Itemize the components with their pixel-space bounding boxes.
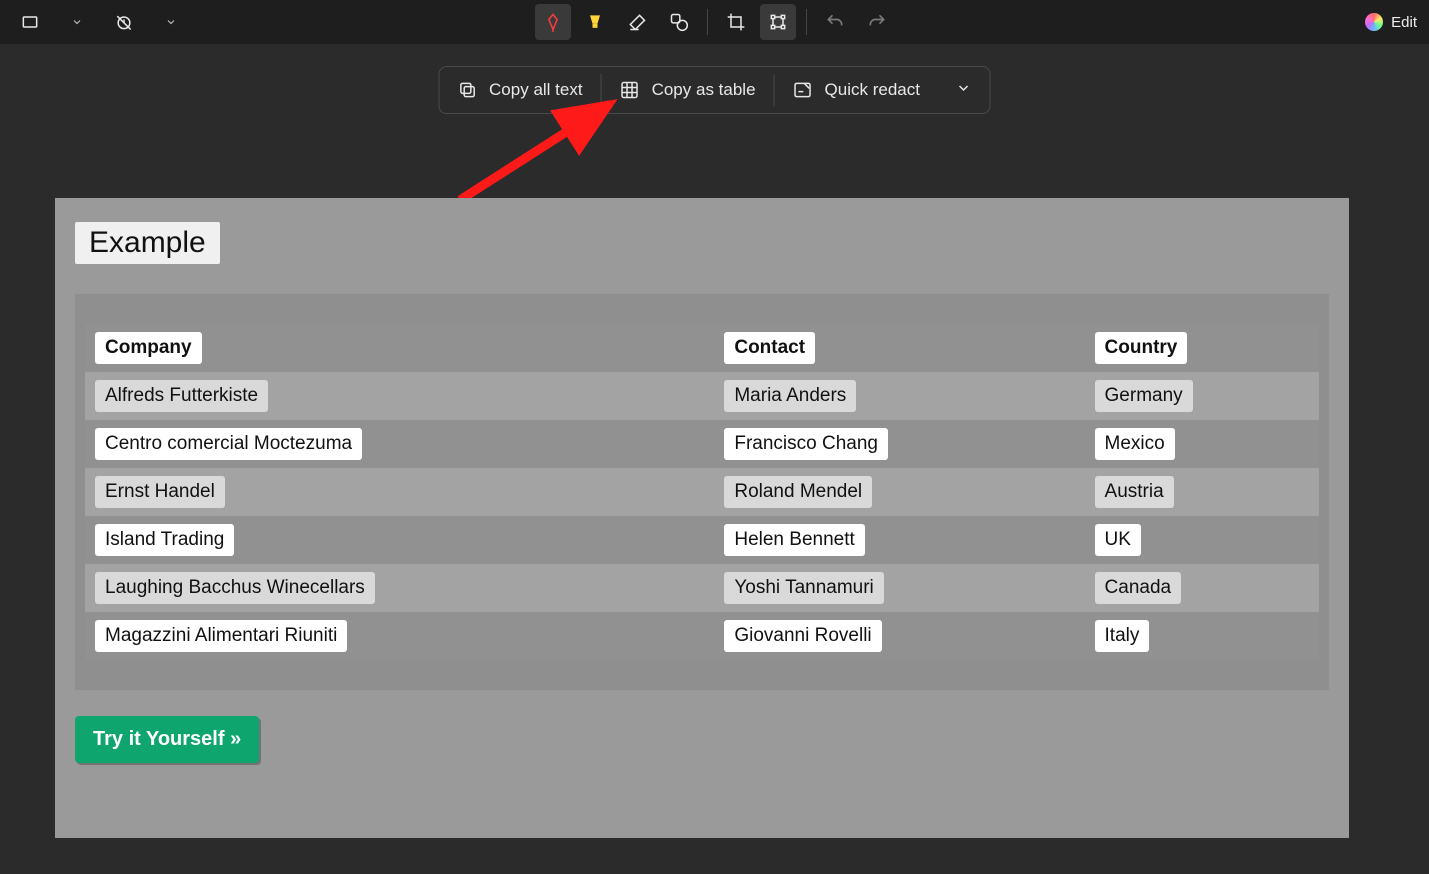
table-row: Magazzini Alimentari Riuniti Giovanni Ro… xyxy=(85,612,1319,660)
header-company: Company xyxy=(95,332,202,365)
palette-icon xyxy=(1365,13,1383,31)
cell-company: Centro comercial Moctezuma xyxy=(95,428,362,461)
cell-company: Laughing Bacchus Winecellars xyxy=(95,572,375,605)
cell-country: Canada xyxy=(1095,572,1182,605)
quick-redact-label: Quick redact xyxy=(825,80,920,100)
cell-country: UK xyxy=(1095,524,1141,557)
copy-all-text-label: Copy all text xyxy=(489,80,583,100)
text-actions-bar: Copy all text Copy as table Quick redact xyxy=(438,66,991,114)
header-country: Country xyxy=(1095,332,1188,365)
cell-contact: Francisco Chang xyxy=(724,428,888,461)
table-icon xyxy=(620,80,640,100)
cell-country: Italy xyxy=(1095,620,1150,653)
table-row: Ernst Handel Roland Mendel Austria xyxy=(85,468,1319,516)
cell-contact: Yoshi Tannamuri xyxy=(724,572,883,605)
cell-country: Austria xyxy=(1095,476,1174,509)
page-title: Example xyxy=(75,222,220,264)
try-it-yourself-button[interactable]: Try it Yourself » xyxy=(75,716,259,763)
crop-tool-button[interactable] xyxy=(718,4,754,40)
copy-icon xyxy=(457,80,477,100)
copy-all-text-button[interactable]: Copy all text xyxy=(439,67,601,113)
rectangle-tool-chevron[interactable] xyxy=(66,16,88,28)
example-table-container: Company Contact Country Alfreds Futterki… xyxy=(75,294,1329,690)
table-row: Island Trading Helen Bennett UK xyxy=(85,516,1319,564)
cell-company: Island Trading xyxy=(95,524,234,557)
pen-tool-button[interactable] xyxy=(535,4,571,40)
toolbar-divider xyxy=(707,9,708,35)
copy-as-table-label: Copy as table xyxy=(652,80,756,100)
rectangle-tool-button[interactable] xyxy=(12,4,48,40)
cell-country: Germany xyxy=(1095,380,1193,413)
example-table: Company Contact Country Alfreds Futterki… xyxy=(85,324,1319,660)
cell-company: Ernst Handel xyxy=(95,476,225,509)
edit-button[interactable]: Edit xyxy=(1391,14,1417,31)
table-row: Laughing Bacchus Winecellars Yoshi Tanna… xyxy=(85,564,1319,612)
redact-icon xyxy=(793,80,813,100)
quick-redact-chevron[interactable] xyxy=(938,80,990,101)
text-extract-tool-button[interactable] xyxy=(760,4,796,40)
delay-tool-chevron[interactable] xyxy=(160,16,182,28)
table-row: Centro comercial Moctezuma Francisco Cha… xyxy=(85,420,1319,468)
toolbar-divider xyxy=(806,9,807,35)
undo-button[interactable] xyxy=(817,4,853,40)
copy-as-table-button[interactable]: Copy as table xyxy=(602,67,774,113)
cell-company: Magazzini Alimentari Riuniti xyxy=(95,620,347,653)
highlighter-tool-button[interactable] xyxy=(577,4,613,40)
quick-redact-button[interactable]: Quick redact xyxy=(775,67,938,113)
cell-contact: Roland Mendel xyxy=(724,476,872,509)
redo-button[interactable] xyxy=(859,4,895,40)
table-row: Alfreds Futterkiste Maria Anders Germany xyxy=(85,372,1319,420)
header-contact: Contact xyxy=(724,332,815,365)
table-header-row: Company Contact Country xyxy=(85,324,1319,372)
shapes-tool-button[interactable] xyxy=(661,4,697,40)
cell-contact: Giovanni Rovelli xyxy=(724,620,881,653)
chevron-down-icon xyxy=(956,80,972,96)
top-toolbar: Edit xyxy=(0,0,1429,44)
cell-country: Mexico xyxy=(1095,428,1175,461)
eraser-tool-button[interactable] xyxy=(619,4,655,40)
delay-tool-button[interactable] xyxy=(106,4,142,40)
captured-content: Example Company Contact Country Alfreds … xyxy=(55,198,1349,838)
cell-contact: Helen Bennett xyxy=(724,524,864,557)
cell-company: Alfreds Futterkiste xyxy=(95,380,268,413)
cell-contact: Maria Anders xyxy=(724,380,856,413)
